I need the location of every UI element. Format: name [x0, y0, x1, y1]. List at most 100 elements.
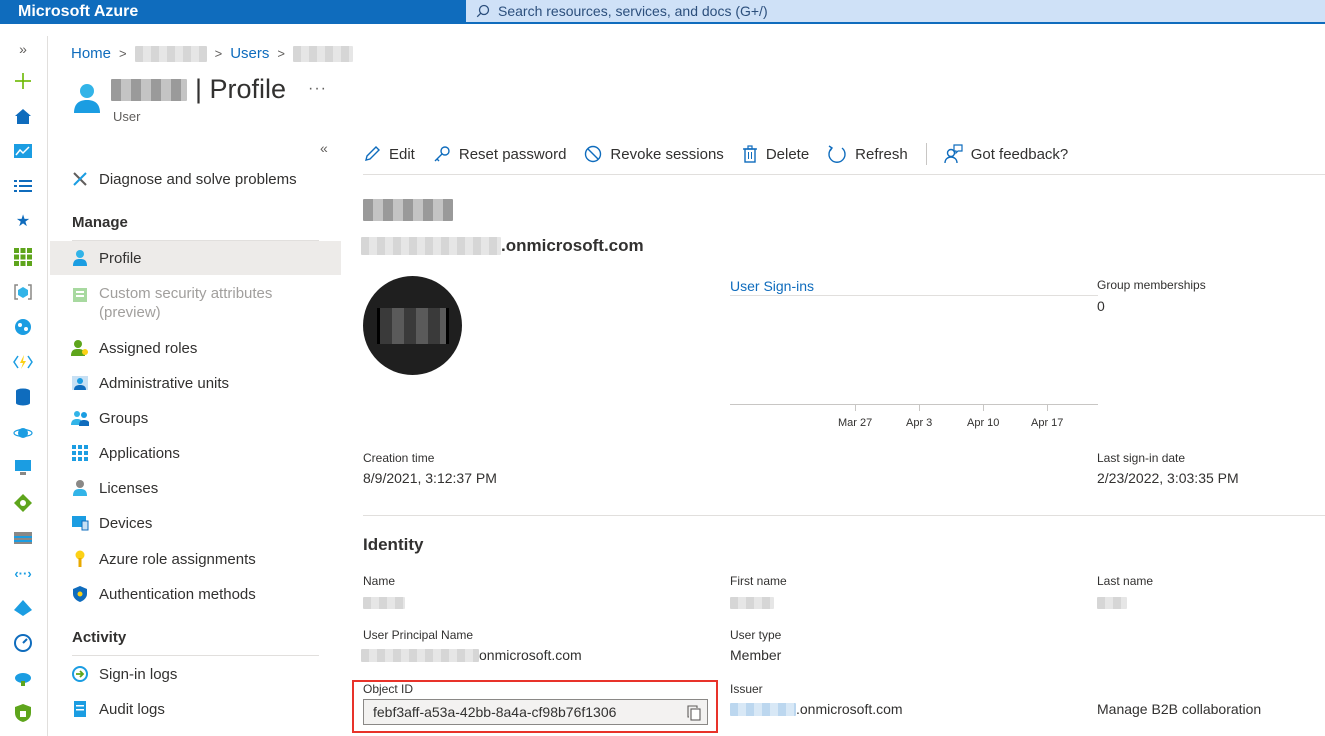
nav-devices[interactable]: Devices [50, 512, 341, 534]
breadcrumb-tenant-redacted[interactable] [134, 45, 207, 62]
first-name-value-redacted [730, 597, 774, 609]
app-services-icon[interactable] [12, 316, 34, 338]
nav-licenses[interactable]: Licenses [50, 477, 341, 499]
more-actions-button[interactable]: ··· [308, 80, 327, 98]
feedback-button[interactable]: Got feedback? [943, 144, 1068, 164]
global-search[interactable]: Search resources, services, and docs (G+… [466, 0, 1325, 22]
nav-administrative-units[interactable]: Administrative units [50, 372, 341, 394]
chart-tick [1047, 405, 1048, 411]
delete-button[interactable]: Delete [742, 145, 809, 163]
home-icon[interactable] [12, 105, 34, 127]
breadcrumb-users[interactable]: Users [230, 45, 269, 62]
nav-signin-logs[interactable]: Sign-in logs [50, 663, 341, 685]
page-title: | Profile [111, 74, 286, 105]
issuer-value[interactable]: .onmicrosoft.com [730, 701, 903, 717]
user-icon [74, 84, 100, 113]
creation-time-label: Creation time [363, 451, 435, 465]
last-name-label: Last name [1097, 574, 1154, 588]
nav-custom-security-attributes[interactable]: Custom security attributes (preview) [50, 284, 341, 324]
reset-password-button[interactable]: Reset password [433, 145, 566, 163]
top-bar: Microsoft Azure Search resources, servic… [0, 0, 1325, 24]
cosmos-db-icon[interactable] [12, 422, 34, 444]
manage-b2b-link[interactable]: Manage B2B collaboration [1097, 701, 1261, 717]
user-type-value: Member [730, 647, 782, 663]
all-services-icon[interactable] [12, 175, 34, 197]
expand-menu-icon[interactable]: » [12, 38, 34, 60]
administrative-units-icon [71, 374, 89, 392]
issuer-label: Issuer [730, 682, 763, 696]
nav-heading-manage: Manage [72, 214, 128, 231]
nav-applications[interactable]: Applications [50, 442, 341, 464]
nav-azure-role-assignments[interactable]: Azure role assignments [50, 548, 341, 570]
group-memberships-count[interactable]: 0 [1097, 298, 1105, 314]
user-type-label: User type [730, 628, 782, 642]
nav-azure-role-assignments-label: Azure role assignments [99, 550, 256, 568]
last-signin-value: 2/23/2022, 3:03:35 PM [1097, 470, 1239, 486]
last-signin-label: Last sign-in date [1097, 451, 1186, 465]
nav-profile[interactable]: Profile [50, 241, 341, 275]
custom-attributes-icon [71, 286, 89, 304]
chart-tick [855, 405, 856, 411]
load-balancers-icon[interactable] [12, 492, 34, 514]
favorites-star-icon[interactable]: ★ [12, 210, 34, 232]
all-resources-icon[interactable] [12, 246, 34, 268]
pencil-icon [365, 146, 380, 161]
first-name-label: First name [730, 574, 787, 588]
divider [363, 515, 1325, 516]
upn-value: onmicrosoft.com [361, 647, 582, 663]
brand-title[interactable]: Microsoft Azure [18, 3, 138, 21]
storage-accounts-icon[interactable] [12, 527, 34, 549]
virtual-machines-icon[interactable] [12, 456, 34, 478]
chart-tick-label: Apr 17 [1031, 417, 1064, 429]
security-center-icon[interactable] [12, 702, 34, 724]
nav-signin-logs-label: Sign-in logs [99, 665, 178, 683]
search-placeholder: Search resources, services, and docs (G+… [498, 3, 768, 19]
function-app-icon[interactable] [12, 351, 34, 373]
advisor-icon[interactable] [12, 667, 34, 689]
dashboard-icon[interactable] [12, 140, 34, 162]
breadcrumb-home[interactable]: Home [71, 45, 111, 62]
nav-authentication-methods[interactable]: Authentication methods [50, 583, 341, 605]
user-principal-name-heading: .onmicrosoft.com [361, 236, 644, 256]
chevron-right-icon: > [119, 46, 127, 61]
azure-ad-icon[interactable] [12, 597, 34, 619]
edit-label: Edit [389, 145, 415, 163]
revoke-sessions-button[interactable]: Revoke sessions [584, 145, 724, 163]
revoke-sessions-label: Revoke sessions [610, 145, 724, 163]
divider [72, 655, 319, 656]
create-resource-icon[interactable] [12, 70, 34, 92]
edit-button[interactable]: Edit [363, 145, 415, 163]
toolbar-divider [925, 143, 927, 165]
nav-custom-security-preview: (preview) [99, 304, 161, 321]
chart-x-axis [730, 404, 1098, 405]
nav-groups[interactable]: Groups [50, 407, 341, 429]
upn-suffix: .onmicrosoft.com [501, 236, 644, 255]
resource-groups-icon[interactable] [12, 281, 34, 303]
copy-icon[interactable] [687, 705, 701, 721]
user-signins-link[interactable]: User Sign-ins [730, 278, 814, 294]
command-bar: Edit Reset password Revoke sessions Dele… [363, 140, 1086, 168]
avatar[interactable] [363, 276, 462, 375]
nav-licenses-label: Licenses [99, 479, 159, 497]
nav-audit-logs[interactable]: Audit logs [50, 698, 341, 720]
object-id-field[interactable]: febf3aff-a53a-42bb-8a4a-cf98b76f1306 [363, 699, 708, 725]
collapse-menu-icon[interactable]: « [320, 140, 328, 156]
nav-custom-security-label: Custom security attributes [99, 285, 273, 302]
key-icon [71, 550, 89, 568]
refresh-button[interactable]: Refresh [827, 144, 908, 164]
chart-tick-label: Apr 10 [967, 417, 1000, 429]
nav-diagnose[interactable]: Diagnose and solve problems [50, 168, 341, 190]
sql-databases-icon[interactable] [12, 386, 34, 408]
nav-assigned-roles[interactable]: Assigned roles [50, 337, 341, 359]
nav-administrative-units-label: Administrative units [99, 374, 230, 392]
nav-profile-label: Profile [99, 249, 142, 267]
monitor-icon[interactable] [12, 632, 34, 654]
page-title-text: | Profile [195, 74, 287, 104]
breadcrumb: Home > > Users > [71, 45, 353, 62]
licenses-icon [71, 479, 89, 497]
virtual-networks-icon[interactable]: ‹··› [12, 562, 34, 584]
upn-value-prefix-redacted [361, 648, 479, 662]
chart-tick-label: Mar 27 [838, 417, 873, 429]
breadcrumb-user-redacted[interactable] [292, 45, 353, 62]
chevron-right-icon: > [277, 46, 285, 61]
